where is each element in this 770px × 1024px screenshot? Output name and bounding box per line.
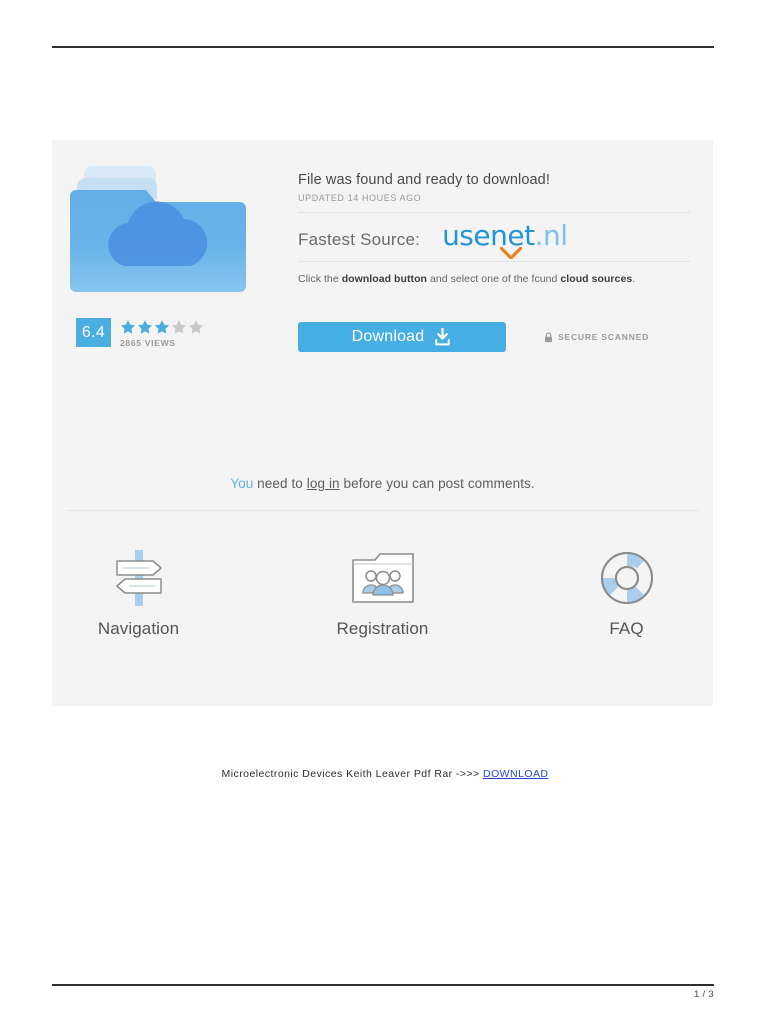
download-button-label: Download — [351, 328, 425, 345]
document-caption: Microelectronic Devices Keith Leaver Pdf… — [0, 768, 770, 780]
shortcut-faq-label: FAQ — [609, 619, 644, 638]
shortcut-faq[interactable]: FAQ — [562, 545, 692, 639]
promo-card: File was found and ready to download! UP… — [52, 140, 713, 706]
comments-mid-text: need to — [253, 476, 307, 491]
stars-wrap: 2865 VIEWS — [120, 318, 204, 348]
instruction-part-2: and select one of the fcund — [427, 273, 561, 285]
signpost-icon — [74, 545, 204, 611]
download-button[interactable]: Download — [298, 322, 506, 352]
info-divider-bottom — [298, 261, 690, 262]
lock-icon — [544, 331, 553, 342]
score-badge: 6.4 — [76, 318, 111, 347]
shortcut-registration-label: Registration — [336, 619, 429, 638]
login-link[interactable]: log in — [307, 476, 340, 491]
page-number: 1 / 3 — [694, 989, 714, 1000]
instruction-bold-1: download button — [341, 273, 427, 285]
shortcut-navigation-label: Navigation — [97, 619, 180, 638]
usenet-logo-tld: .nl — [534, 219, 568, 252]
shortcut-navigation[interactable]: Navigation — [74, 545, 204, 639]
shortcut-row: Navigation Registration FAQ — [52, 545, 713, 639]
document-download-link[interactable]: DOWNLOAD — [483, 768, 548, 780]
page-top-rule — [52, 46, 714, 48]
cloud-folder-icon — [64, 148, 264, 308]
view-count: 2865 VIEWS — [120, 338, 176, 348]
download-row: Download SECURE SCANNED — [298, 322, 649, 352]
logo-swoosh-icon — [500, 247, 523, 259]
fastest-source-label: Fastest Source: — [298, 230, 421, 249]
star-rating[interactable] — [120, 319, 204, 335]
star-icon[interactable] — [137, 319, 153, 335]
secure-scanned-label: SECURE SCANNED — [558, 332, 650, 342]
page-bottom-rule — [52, 984, 714, 986]
star-icon[interactable] — [120, 319, 136, 335]
secure-scanned-note: SECURE SCANNED — [544, 331, 650, 343]
promo-info-column: File was found and ready to download! UP… — [298, 172, 690, 285]
star-icon[interactable] — [171, 319, 187, 335]
instruction-part-1: Click the — [298, 273, 342, 285]
comments-tail-text: before you can post comments. — [339, 476, 535, 491]
instruction-part-3: . — [632, 273, 636, 285]
comments-login-notice: You need to log in before you can post c… — [52, 476, 713, 491]
life-ring-icon — [562, 545, 692, 611]
fastest-source-row: Fastest Source: usenet.nl — [298, 213, 690, 259]
star-icon[interactable] — [154, 319, 170, 335]
promo-updated-timestamp: UPDATED 14 HOUES AGO — [298, 193, 422, 203]
usenet-logo[interactable]: usenet.nl — [442, 219, 568, 259]
shortcut-registration[interactable]: Registration — [318, 545, 448, 639]
star-icon[interactable] — [188, 319, 204, 335]
comments-accent-word: You — [230, 476, 254, 491]
comments-divider — [66, 510, 699, 511]
promo-headline: File was found and ready to download! — [298, 172, 550, 188]
folder-people-icon — [318, 545, 448, 611]
download-instruction: Click the download button and select one… — [298, 273, 690, 285]
document-caption-text: Microelectronic Devices Keith Leaver Pdf… — [221, 768, 480, 780]
download-arrow-icon — [435, 327, 451, 345]
instruction-bold-2: cloud sources — [560, 273, 633, 285]
rating-block: 6.4 2865 VIEWS — [76, 318, 204, 348]
